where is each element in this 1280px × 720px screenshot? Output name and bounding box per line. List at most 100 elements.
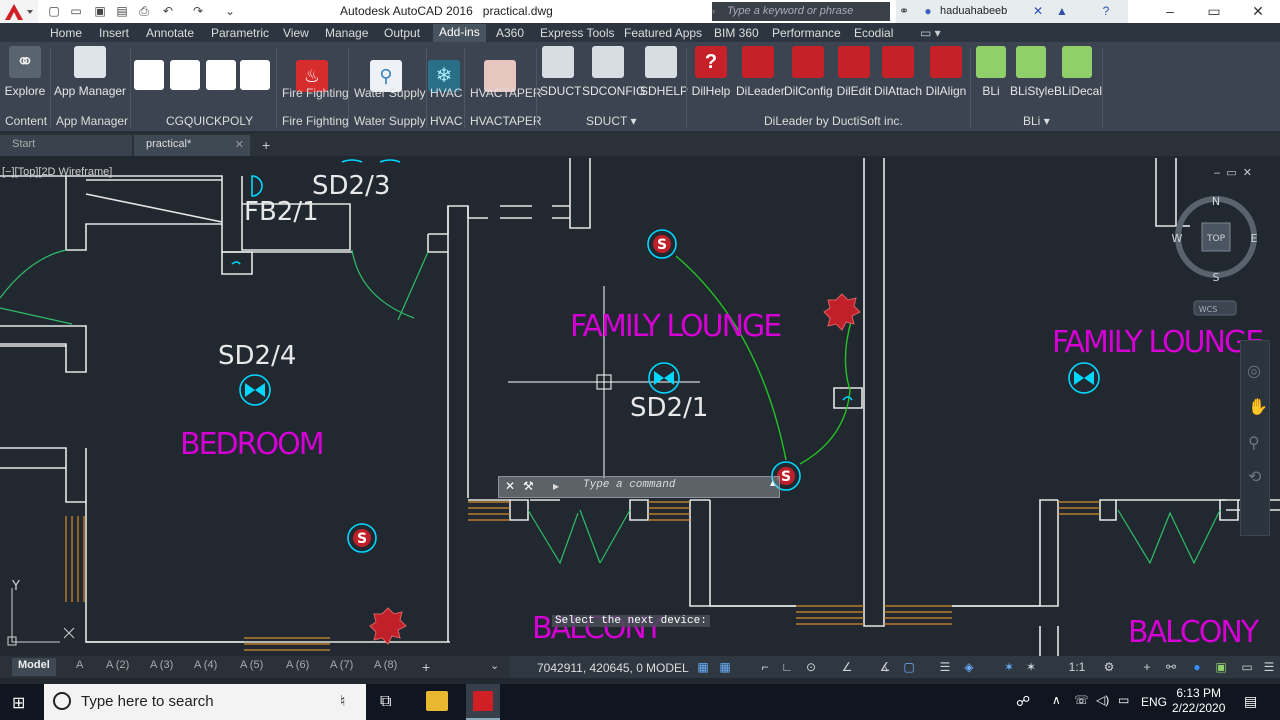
viewport-controls-label[interactable]: [−][Top][2D Wireframe] — [2, 166, 112, 178]
compass-west[interactable]: W — [1172, 232, 1183, 245]
a360-icon[interactable]: ▲ — [1054, 3, 1070, 19]
people-icon[interactable]: ☍ — [1016, 693, 1030, 710]
sduct-button[interactable]: SDUCT — [540, 46, 581, 98]
task-view-icon[interactable]: ⧉ — [380, 693, 391, 711]
save-icon[interactable]: ▣ — [92, 3, 108, 19]
tab-output[interactable]: Output — [384, 26, 420, 40]
search-input[interactable]: Type a keyword or phrase — [722, 2, 890, 21]
tab-practical[interactable]: practical* ✕ — [134, 135, 250, 156]
user-icon[interactable]: ● — [920, 3, 936, 19]
tab-view[interactable]: View — [283, 26, 309, 40]
compass-south[interactable]: S — [1213, 271, 1220, 284]
model-space-button[interactable]: MODEL — [646, 661, 689, 675]
tab-parametric[interactable]: Parametric — [211, 26, 269, 40]
username[interactable]: haduahabeeb — [940, 5, 1007, 17]
tab-model[interactable]: Model — [12, 658, 56, 676]
saveas-icon[interactable]: ▤ — [114, 3, 130, 19]
object-snap-icon[interactable]: ▢ — [902, 660, 916, 674]
lineweight-icon[interactable]: ☰ — [938, 660, 952, 674]
undo-icon[interactable]: ↶ — [160, 3, 176, 19]
layout-menu-icon[interactable]: ⌄ — [484, 658, 505, 676]
steering-wheel-icon[interactable]: ◎ — [1247, 361, 1261, 381]
tab-featured-apps[interactable]: Featured Apps — [624, 26, 702, 40]
maximize-icon[interactable]: ▭ — [1200, 3, 1228, 19]
cgquickpoly-1-button[interactable] — [134, 60, 164, 96]
panel-bli[interactable]: BLi ▾ — [1023, 114, 1050, 128]
tab-layout-a5[interactable]: A (5) — [234, 658, 269, 676]
ortho-icon[interactable]: ∟ — [780, 660, 794, 674]
dilhelp-button[interactable]: ? DilHelp — [690, 46, 732, 98]
selection-cycling-icon[interactable]: ◈ — [962, 660, 976, 674]
plus-icon[interactable]: + — [1140, 660, 1154, 674]
tab-bim360[interactable]: BIM 360 — [714, 26, 759, 40]
infer-constraints-icon[interactable]: ⌐ — [758, 660, 772, 674]
tab-express-tools[interactable]: Express Tools — [540, 26, 614, 40]
fullscreen-icon[interactable]: ▭ — [1240, 660, 1254, 674]
tab-layout-a7[interactable]: A (7) — [324, 658, 359, 676]
isodraft-icon[interactable]: ∡ — [878, 660, 892, 674]
plot-icon[interactable]: ⎙ — [136, 3, 152, 19]
new-icon[interactable]: ▢ — [46, 3, 62, 19]
add-layout-icon[interactable]: + — [416, 658, 436, 676]
grid-icon[interactable]: ▦ — [696, 660, 710, 674]
orbit-icon[interactable]: ⟲ — [1248, 467, 1261, 487]
isolate-objects-icon[interactable]: ● — [1190, 660, 1204, 674]
battery-icon[interactable]: ▭ — [1118, 693, 1129, 707]
taskbar-search-input[interactable]: Type here to search — [81, 693, 214, 710]
wcs-menu[interactable]: WCS — [1199, 305, 1218, 314]
tab-manage[interactable]: Manage — [325, 26, 368, 40]
volume-icon[interactable]: ◁) — [1096, 693, 1109, 707]
coordinates-readout[interactable]: 7042911, 420645, 0 — [537, 661, 643, 675]
blidecal-button[interactable]: BLiDecal — [1054, 46, 1102, 98]
command-input[interactable]: Type a command — [583, 479, 675, 491]
drawing-viewport[interactable]: S S S FAMILY LOUNGE FAMILY LOUNGE BEDROO… — [0, 158, 1280, 656]
explore-button[interactable]: ⚭ Explore — [4, 46, 46, 98]
close-icon[interactable]: ✕ — [235, 138, 244, 151]
cgquickpoly-2-button[interactable] — [170, 60, 200, 96]
binoculars-icon[interactable]: ⚭ — [896, 3, 912, 19]
open-icon[interactable]: ▭ — [68, 3, 84, 19]
app-manager-button[interactable]: App Manager — [54, 46, 126, 98]
blistyle-button[interactable]: BLiStyle — [1010, 46, 1054, 98]
windows-start-icon[interactable]: ⊞ — [12, 693, 25, 713]
tab-layout-a[interactable]: A — [70, 658, 89, 676]
gear-icon[interactable]: ⚙ — [1102, 660, 1116, 674]
input-language[interactable]: ENG — [1141, 695, 1167, 709]
minimize-icon[interactable]: – — [1156, 3, 1184, 19]
annotation-visibility-icon[interactable]: ✶ — [1002, 660, 1016, 674]
polar-icon[interactable]: ⊙ — [804, 660, 818, 674]
tab-annotate[interactable]: Annotate — [146, 26, 194, 40]
viewport-window-controls[interactable]: – ▭ ✕ — [1214, 166, 1252, 179]
tab-insert[interactable]: Insert — [99, 26, 129, 40]
autocad-logo-icon[interactable] — [0, 0, 38, 23]
help-icon[interactable]: ? — [1098, 3, 1114, 19]
panel-sduct[interactable]: SDUCT ▾ — [586, 114, 637, 128]
redo-icon[interactable]: ↷ — [190, 3, 206, 19]
sdconfig-button[interactable]: SDCONFIG — [582, 46, 645, 98]
clean-screen-icon[interactable]: ▣ — [1214, 660, 1228, 674]
viewcube[interactable]: TOP N S E W WCS — [1168, 191, 1264, 321]
object-snap-tracking-icon[interactable]: ∠ — [840, 660, 854, 674]
alarm-device-symbol[interactable] — [823, 293, 861, 331]
chevron-up-icon[interactable]: ∧ — [1052, 693, 1061, 707]
exchange-icon[interactable]: ✕ — [1030, 3, 1046, 19]
close-icon[interactable]: ✕ — [1244, 3, 1272, 19]
navigation-bar[interactable]: ◎ ✋ ⚲ ⟲ — [1240, 340, 1270, 536]
chevron-up-icon[interactable]: ▴ — [770, 478, 775, 489]
file-explorer-icon[interactable] — [426, 691, 448, 711]
taskbar-clock[interactable]: 6:13 PM 2/22/2020 — [1172, 686, 1225, 716]
compass-east[interactable]: E — [1251, 232, 1258, 245]
dilattach-button[interactable]: DilAttach — [874, 46, 922, 98]
cgquickpoly-3-button[interactable] — [206, 60, 236, 96]
more-tabs-icon[interactable]: ▭ ▾ — [920, 26, 941, 40]
network-icon[interactable]: ☏ — [1074, 693, 1089, 707]
tab-ecodial[interactable]: Ecodial — [854, 26, 893, 40]
sdhelp-button[interactable]: SDHELP — [640, 46, 688, 98]
hardware-acceleration-icon[interactable]: ⚯ — [1164, 660, 1178, 674]
microphone-icon[interactable]: ♮ — [340, 692, 345, 710]
dilalign-button[interactable]: DilAlign — [924, 46, 968, 98]
close-icon[interactable]: ✕ — [505, 479, 515, 493]
bli-button[interactable]: BLi — [976, 46, 1006, 98]
annotation-scale[interactable]: 1:1 — [1064, 660, 1090, 674]
taskbar-search-box[interactable]: Type here to search ♮ — [44, 684, 366, 720]
